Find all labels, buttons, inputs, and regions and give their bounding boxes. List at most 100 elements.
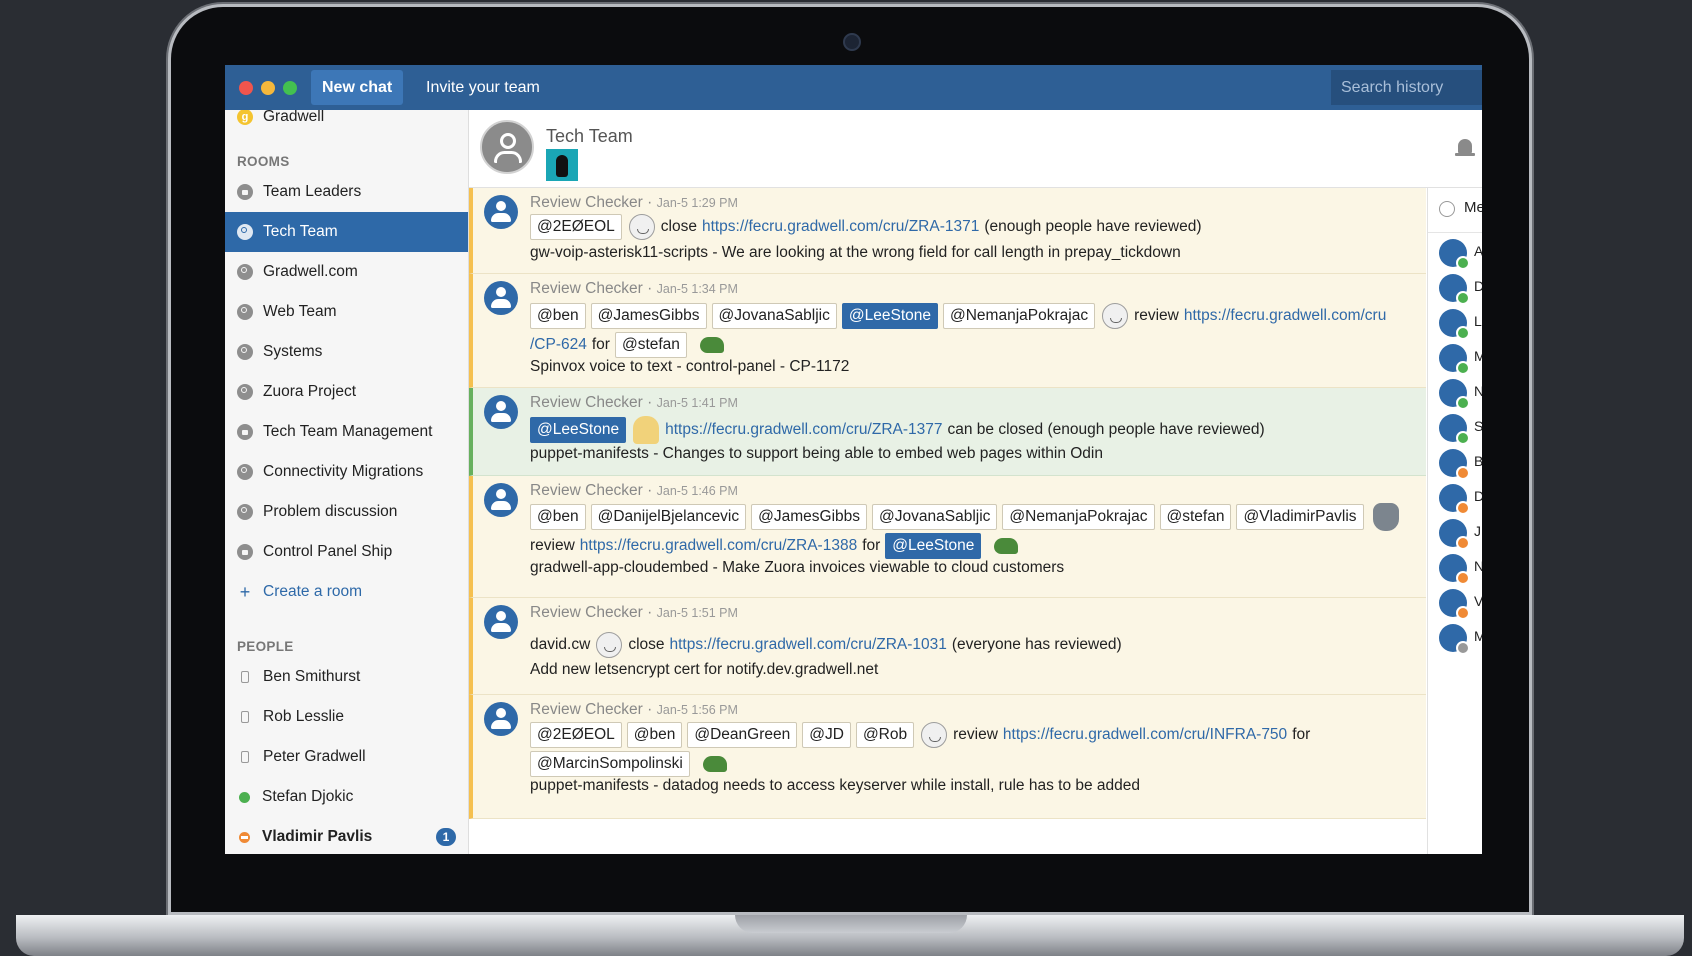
- sidebar-person[interactable]: Vladimir Pavlis 1: [225, 817, 468, 854]
- mention-tag[interactable]: @stefan: [1159, 504, 1232, 530]
- mention-tag[interactable]: @JD: [802, 722, 851, 748]
- sidebar-room[interactable]: Problem discussion: [225, 492, 468, 532]
- mention-tag[interactable]: @DeanGreen: [687, 722, 798, 748]
- sidebar-room[interactable]: Systems: [225, 332, 468, 372]
- member-avatar[interactable]: V: [1439, 589, 1482, 620]
- mention-tag[interactable]: @NemanjaPokrajac: [1002, 504, 1155, 530]
- mention-tag[interactable]: @Rob: [855, 722, 915, 748]
- close-window-button[interactable]: [239, 81, 253, 95]
- mention-tag[interactable]: @JamesGibbs: [751, 504, 868, 530]
- message-line: review https://fecru.gradwell.com/cru/ZR…: [530, 533, 1019, 559]
- user-avatar-icon: [484, 483, 518, 517]
- mention-tag-self[interactable]: @LeeStone: [885, 533, 982, 559]
- member-status-icon: [1456, 606, 1470, 620]
- message: Review Checker · Jan-5 1:56 PM @2EØEOL @…: [469, 695, 1426, 819]
- message-line: @LeeStone https://fecru.gradwell.com/cru…: [530, 416, 1265, 444]
- mention-tag[interactable]: @ben: [626, 722, 683, 748]
- sidebar-person[interactable]: Rob Lesslie: [225, 697, 468, 737]
- laptop-notch: [735, 915, 967, 933]
- message-verb: close: [628, 636, 665, 653]
- message-header: Review Checker · Jan-5 1:56 PM: [530, 701, 738, 718]
- review-link[interactable]: https://fecru.gradwell.com/cru/ZRA-1377: [665, 421, 942, 439]
- sidebar-room[interactable]: Zuora Project: [225, 372, 468, 412]
- message-line: @MarcinSompolinski: [530, 751, 727, 777]
- message: Review Checker · Jan-5 1:51 PM david.cw …: [469, 598, 1426, 695]
- room-label: Web Team: [263, 303, 337, 320]
- member-initial: A: [1474, 243, 1482, 259]
- mention-tag[interactable]: @JamesGibbs: [590, 303, 707, 329]
- review-link[interactable]: https://fecru.gradwell.com/cru/INFRA-750: [1003, 726, 1287, 744]
- member-avatar[interactable]: D: [1439, 484, 1482, 515]
- minimize-window-button[interactable]: [261, 81, 275, 95]
- group-icon: [237, 224, 253, 240]
- member-avatar[interactable]: J: [1439, 519, 1481, 550]
- sidebar-room-active[interactable]: Tech Team: [225, 212, 468, 252]
- member-avatar[interactable]: L: [1439, 309, 1482, 340]
- sidebar-room[interactable]: Control Panel Ship: [225, 532, 468, 572]
- member-avatar[interactable]: N: [1439, 379, 1482, 410]
- message-list: Review Checker · Jan-5 1:29 PM @2EØEOL c…: [469, 188, 1426, 854]
- mention-tag-self[interactable]: @LeeStone: [841, 303, 938, 329]
- mention-tag[interactable]: @NemanjaPokrajac: [943, 303, 1096, 329]
- mention-tag[interactable]: @2EØEOL: [530, 214, 622, 240]
- mention-tag[interactable]: @VladimirPavlis: [1236, 504, 1364, 530]
- group-icon: [237, 384, 253, 400]
- invite-team-button[interactable]: Invite your team: [426, 70, 540, 105]
- mention-tag[interactable]: @stefan: [614, 332, 687, 358]
- sidebar-person[interactable]: Ben Smithurst: [225, 657, 468, 697]
- review-link[interactable]: https://fecru.gradwell.com/cru/ZRA-1031: [670, 636, 947, 654]
- member-avatar[interactable]: M: [1439, 624, 1482, 655]
- member-avatar[interactable]: M: [1439, 344, 1482, 375]
- mention-tag[interactable]: @DanijelBjelancevic: [590, 504, 747, 530]
- member-avatar[interactable]: D: [1439, 274, 1482, 305]
- sidebar-person[interactable]: Stefan Djokic: [225, 777, 468, 817]
- mention-tag[interactable]: @2EØEOL: [530, 722, 622, 748]
- person-label: Stefan Djokic: [262, 788, 354, 805]
- maximize-window-button[interactable]: [283, 81, 297, 95]
- away-status-icon: [239, 831, 250, 843]
- sidebar-room[interactable]: Tech Team Management: [225, 412, 468, 452]
- mention-tag-self[interactable]: @LeeStone: [530, 417, 627, 443]
- mention-tag[interactable]: @ben: [530, 504, 586, 530]
- review-link[interactable]: https://fecru.gradwell.com/cru/ZRA-1371: [702, 218, 979, 236]
- org-switcher[interactable]: g Gradwell: [237, 110, 324, 132]
- room-label: Gradwell.com: [263, 263, 358, 280]
- member-avatar[interactable]: N: [1439, 554, 1482, 585]
- bell-icon[interactable]: [1455, 139, 1475, 156]
- sidebar-room[interactable]: Gradwell.com: [225, 252, 468, 292]
- member-avatar[interactable]: S: [1439, 414, 1482, 445]
- members-header[interactable]: Me: [1428, 188, 1482, 233]
- message-verb: close: [660, 218, 697, 235]
- member-avatar[interactable]: A: [1439, 239, 1482, 270]
- member-status-icon: [1456, 256, 1470, 270]
- room-member-avatar[interactable]: [546, 149, 578, 181]
- mention-tag[interactable]: @ben: [530, 303, 586, 329]
- mention-tag[interactable]: @JovanaSabljic: [711, 303, 837, 329]
- app-window: New chat Invite your team Search history…: [225, 65, 1482, 854]
- frog-emoji-icon: [702, 756, 727, 772]
- message: Review Checker · Jan-5 1:34 PM @ben @Jam…: [469, 274, 1426, 388]
- message-time: Jan-5 1:41 PM: [656, 396, 738, 410]
- member-initial: M: [1474, 628, 1482, 644]
- mention-tag[interactable]: @JovanaSabljic: [872, 504, 998, 530]
- sidebar-room[interactable]: Team Leaders: [225, 172, 468, 212]
- review-link[interactable]: https://fecru.gradwell.com/cru: [1184, 307, 1386, 325]
- emoticon-icon: [633, 416, 660, 444]
- search-history-input[interactable]: Search history: [1331, 70, 1482, 105]
- sidebar-person[interactable]: Peter Gradwell: [225, 737, 468, 777]
- message-verb: review: [1134, 307, 1179, 324]
- sidebar-room[interactable]: Web Team: [225, 292, 468, 332]
- member-status-icon: [1456, 501, 1470, 515]
- review-link-continued[interactable]: /CP-624: [530, 336, 587, 354]
- mobile-icon: [241, 711, 249, 723]
- message-author: Review Checker: [530, 394, 643, 411]
- sidebar-room[interactable]: Connectivity Migrations: [225, 452, 468, 492]
- create-room-button[interactable]: + Create a room: [225, 572, 468, 612]
- new-chat-button[interactable]: New chat: [311, 70, 404, 105]
- member-avatar[interactable]: B: [1439, 449, 1482, 480]
- message-time: Jan-5 1:29 PM: [656, 196, 738, 210]
- member-status-icon: [1456, 536, 1470, 550]
- mention-tag[interactable]: @MarcinSompolinski: [530, 751, 690, 777]
- person-label: Ben Smithurst: [263, 668, 361, 685]
- review-link[interactable]: https://fecru.gradwell.com/cru/ZRA-1388: [580, 537, 857, 555]
